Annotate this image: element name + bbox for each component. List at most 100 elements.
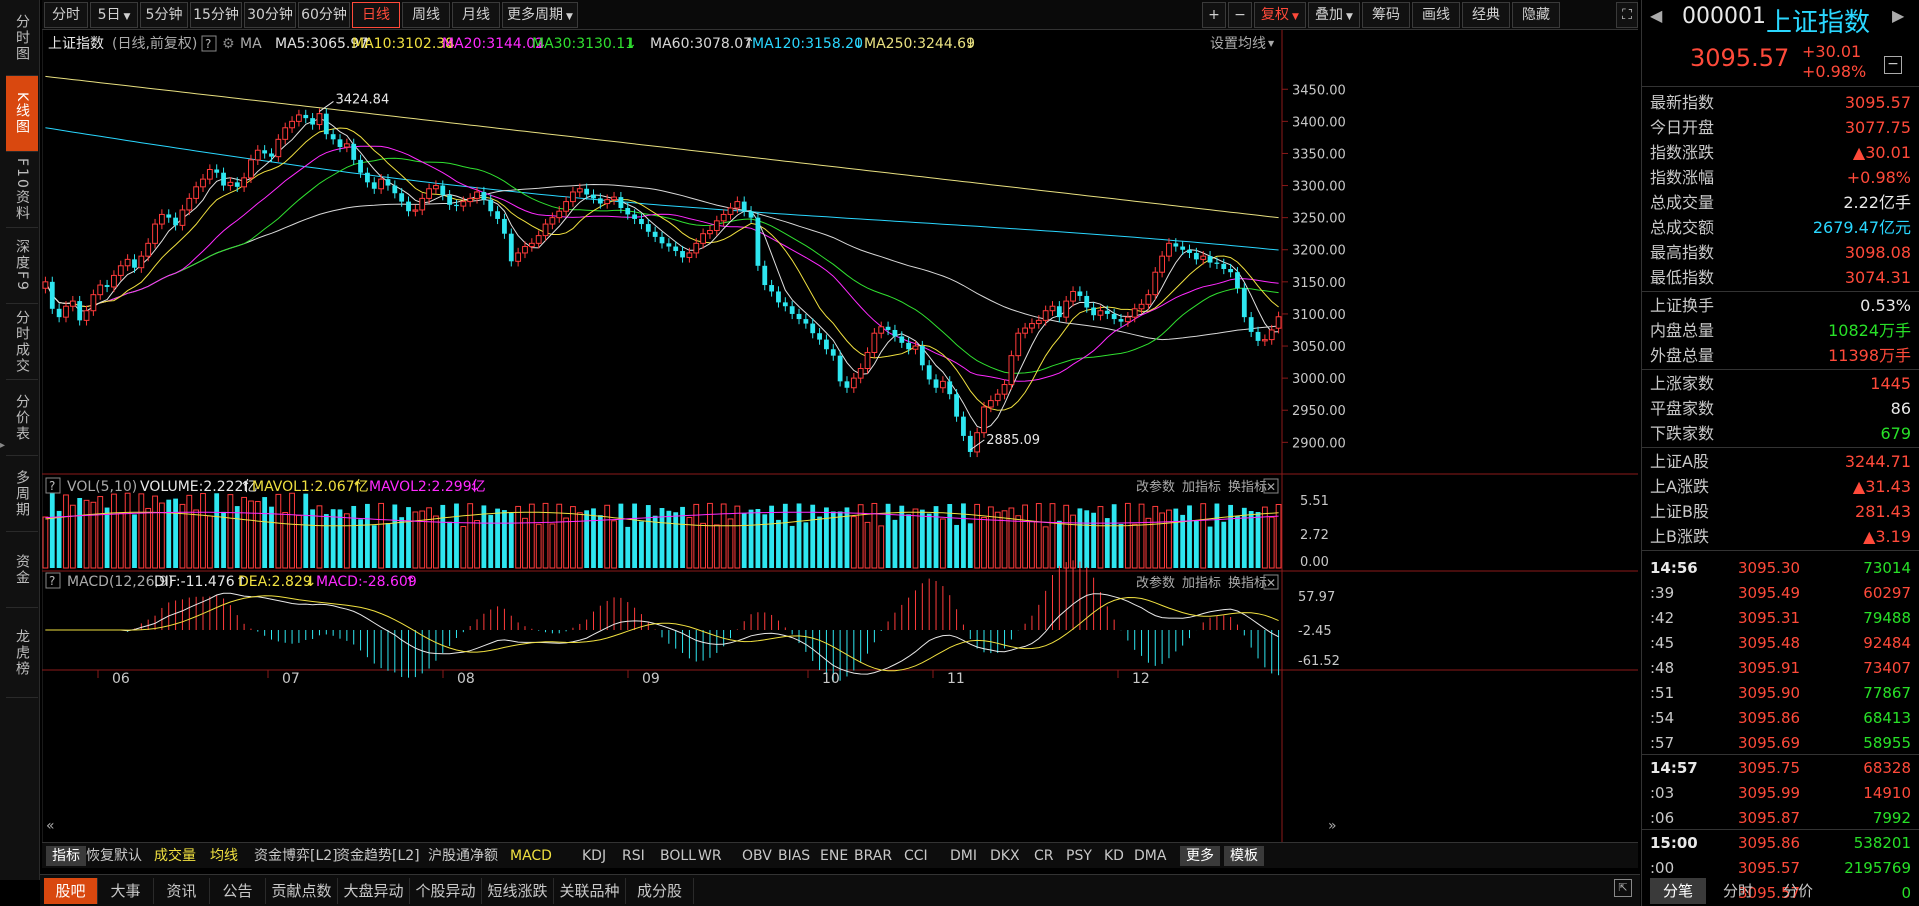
- left-nav-item-4[interactable]: 分时成交: [6, 304, 38, 380]
- toolbar-btn-7[interactable]: 隐藏: [1512, 2, 1560, 28]
- indicator-tab-23[interactable]: 更多: [1180, 846, 1220, 866]
- period-5[interactable]: 60分钟: [298, 2, 350, 28]
- kline-chart-area[interactable]: 上证指数 (日线,前复权)? ⚙ MA MA5:3065.97 ↑ MA10:3102.38…: [41, 30, 1638, 848]
- vol-bar: [241, 496, 247, 569]
- collapse-left-icon[interactable]: ▸: [0, 440, 6, 451]
- candle: [645, 224, 651, 232]
- scroll-left-icon[interactable]: «: [46, 818, 55, 834]
- indicator-tab-11[interactable]: WR: [698, 846, 722, 866]
- scroll-right-icon[interactable]: »: [1328, 818, 1337, 834]
- indicator-tab-3[interactable]: 均线: [210, 846, 238, 866]
- indicator-tab-20[interactable]: PSY: [1066, 846, 1092, 866]
- vol-bar: [90, 501, 97, 569]
- dropdown-icon: ▼: [566, 12, 573, 22]
- vol-bar: [42, 516, 49, 569]
- indicator-tab-2[interactable]: 成交量: [154, 846, 196, 866]
- indicator-tab-9[interactable]: RSI: [622, 846, 645, 866]
- period-3[interactable]: 15分钟: [190, 2, 242, 28]
- collapse-icon[interactable]: −: [1884, 56, 1902, 74]
- left-nav-item-1[interactable]: K线图: [6, 76, 38, 152]
- period-4[interactable]: 30分钟: [244, 2, 296, 28]
- indicator-tab-8[interactable]: KDJ: [582, 846, 606, 866]
- bottom-tab-5[interactable]: 大盘异动: [338, 878, 410, 904]
- toolbar-btn-6[interactable]: 经典: [1462, 2, 1510, 28]
- indicator-tab-4[interactable]: 资金博弈[L2]: [254, 846, 338, 866]
- candle: [1138, 303, 1145, 310]
- fullscreen-icon[interactable]: ⛶: [1616, 2, 1638, 28]
- quote-tab-1[interactable]: 分时: [1710, 878, 1766, 904]
- left-nav-item-0[interactable]: 分时图: [6, 0, 38, 76]
- vol-bar: [666, 510, 672, 568]
- indicator-tab-0[interactable]: 指标: [46, 846, 86, 866]
- indicator-tab-21[interactable]: KD: [1104, 846, 1124, 866]
- prev-stock-icon[interactable]: ◀: [1650, 6, 1662, 25]
- period-7[interactable]: 周线: [402, 2, 450, 28]
- bottom-tab-3[interactable]: 公告: [210, 878, 266, 904]
- toolbar-btn-0[interactable]: +: [1202, 2, 1226, 28]
- indicator-tab-12[interactable]: OBV: [742, 846, 772, 866]
- stat-row: 上B涨跌 ▲3.19: [1650, 524, 1911, 549]
- panel-link-2[interactable]: 换指标: [1228, 480, 1267, 495]
- period-1[interactable]: 5日 ▼: [90, 2, 138, 28]
- panel-link-0[interactable]: 改参数: [1136, 479, 1175, 495]
- candle: [741, 201, 747, 212]
- toolbar-btn-4[interactable]: 筹码: [1362, 2, 1410, 28]
- left-nav-item-8[interactable]: 龙虎榜: [6, 608, 38, 698]
- left-nav-item-3[interactable]: 深度F9: [6, 228, 38, 304]
- indicator-tab-16[interactable]: CCI: [904, 846, 928, 866]
- bottom-tab-6[interactable]: 个股异动: [410, 878, 482, 904]
- indicator-tab-7[interactable]: MACD: [510, 846, 552, 866]
- bottom-tab-9[interactable]: 成分股: [626, 878, 694, 904]
- bottom-tab-0[interactable]: 股吧: [44, 878, 98, 904]
- period-2[interactable]: 5分钟: [140, 2, 188, 28]
- gear-icon[interactable]: ⚙: [222, 36, 235, 52]
- ma-settings-link[interactable]: 设置均线: [1210, 36, 1266, 52]
- tick-time: :03: [1650, 784, 1675, 802]
- period-6[interactable]: 日线: [352, 2, 400, 28]
- expand-icon[interactable]: ⇱: [1614, 879, 1632, 897]
- panel-link-0[interactable]: 改参数: [1136, 575, 1175, 591]
- indicator-tab-24[interactable]: 模板: [1224, 846, 1264, 866]
- candle: [611, 196, 617, 201]
- indicator-tab-10[interactable]: BOLL: [660, 846, 696, 866]
- period-0[interactable]: 分时: [44, 2, 88, 28]
- tick-price: 3095.75: [1738, 759, 1801, 777]
- period-9[interactable]: 更多周期 ▼: [502, 2, 578, 28]
- indicator-tab-1[interactable]: 恢复默认: [86, 846, 142, 866]
- indicator-tab-15[interactable]: BRAR: [854, 846, 892, 866]
- quote-tab-2[interactable]: 分价: [1770, 878, 1826, 904]
- indicator-tab-5[interactable]: 资金趋势[L2]: [336, 846, 420, 866]
- bottom-tab-8[interactable]: 关联品种: [554, 878, 626, 904]
- indicator-tab-14[interactable]: ENE: [820, 846, 848, 866]
- toolbar-btn-5[interactable]: 画线: [1412, 2, 1460, 28]
- toolbar-btn-1[interactable]: −: [1228, 2, 1252, 28]
- left-nav-item-2[interactable]: F10资料: [6, 152, 38, 228]
- left-nav-item-7[interactable]: 资金: [6, 532, 38, 608]
- vol-bar: [337, 509, 343, 568]
- tick-row: :48 3095.91 73407: [1650, 656, 1911, 681]
- bottom-tab-7[interactable]: 短线涨跌: [482, 878, 554, 904]
- indicator-tab-22[interactable]: DMA: [1134, 846, 1166, 866]
- panel-link-1[interactable]: 加指标: [1182, 576, 1221, 591]
- panel-link-2[interactable]: 换指标: [1228, 576, 1267, 591]
- left-nav-item-5[interactable]: 分价表: [6, 380, 38, 456]
- indicator-tab-17[interactable]: DMI: [950, 846, 977, 866]
- kline-chart[interactable]: 上证指数 (日线,前复权)? ⚙ MA MA5:3065.97↑MA10:3102.38…: [41, 30, 1638, 842]
- left-nav-item-6[interactable]: 多周期: [6, 456, 38, 532]
- bottom-tab-1[interactable]: 大事: [98, 878, 154, 904]
- candle: [262, 150, 268, 154]
- bottom-tab-4[interactable]: 贡献点数: [266, 878, 338, 904]
- bottom-tab-2[interactable]: 资讯: [154, 878, 210, 904]
- toolbar-btn-3[interactable]: 叠加 ▼: [1308, 2, 1360, 28]
- period-8[interactable]: 月线: [452, 2, 500, 28]
- next-stock-icon[interactable]: ▶: [1892, 6, 1904, 25]
- indicator-tab-6[interactable]: 沪股通净额: [428, 846, 498, 866]
- indicator-tab-13[interactable]: BIAS: [778, 846, 810, 866]
- toolbar-btn-2[interactable]: 复权 ▼: [1254, 2, 1306, 28]
- indicator-tab-19[interactable]: CR: [1034, 846, 1054, 866]
- candle: [549, 217, 556, 225]
- vol-bar: [440, 504, 446, 568]
- quote-tab-0[interactable]: 分笔: [1650, 878, 1706, 904]
- indicator-tab-18[interactable]: DKX: [990, 846, 1020, 866]
- panel-link-1[interactable]: 加指标: [1182, 480, 1221, 495]
